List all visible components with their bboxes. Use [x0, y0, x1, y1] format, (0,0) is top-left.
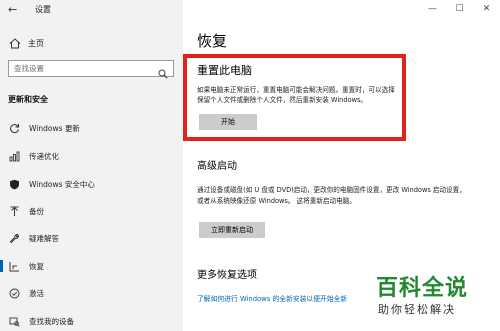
sidebar-item-label: Windows 更新: [29, 123, 80, 133]
advanced-startup-title: 高级启动: [197, 161, 237, 172]
sidebar-item-find-my-device[interactable]: 查找我的设备: [0, 312, 183, 330]
back-arrow-icon[interactable]: ←: [8, 3, 17, 17]
maximize-icon[interactable]: ☐: [446, 0, 473, 18]
app-title: 设置: [35, 5, 51, 14]
sidebar-item-label: 查找我的设备: [29, 316, 74, 326]
reset-pc-description: 如果电脑未正常运行，重置电脑可能会解决问题。重置时，可以选择保留个人文件或删除个…: [197, 86, 395, 104]
sidebar-item-windows-security[interactable]: Windows 安全中心: [0, 175, 183, 193]
close-icon[interactable]: ✕: [473, 0, 500, 18]
delivery-optimization-icon: [8, 150, 20, 162]
watermark-main-text: 百科全说: [376, 276, 469, 301]
page-title: 恢复: [197, 32, 228, 50]
sidebar-item-label: 疑难解答: [29, 233, 59, 243]
restart-now-button[interactable]: 立即重新启动: [199, 222, 265, 238]
search-input[interactable]: [9, 61, 154, 76]
window-controls: — ☐ ✕: [419, 0, 500, 18]
search-icon[interactable]: [158, 64, 168, 79]
sidebar-item-backup[interactable]: 备份: [0, 202, 183, 220]
start-button[interactable]: 开始: [199, 114, 257, 130]
sidebar: ← 设置 主页 更新和安全 Windows 更新 传递优化 Windows 安全…: [0, 0, 183, 331]
sidebar-item-label: Windows 安全中心: [29, 179, 95, 189]
sidebar-item-label: 激活: [29, 288, 44, 298]
nav-home[interactable]: 主页: [8, 35, 178, 51]
wrench-icon: [8, 232, 20, 244]
sidebar-item-windows-update[interactable]: Windows 更新: [0, 119, 183, 137]
home-icon: [8, 37, 22, 49]
sidebar-item-recovery[interactable]: 恢复: [0, 257, 183, 275]
find-device-icon: [8, 315, 20, 327]
activation-check-icon: [8, 287, 20, 299]
more-recovery-options-title: 更多恢复选项: [197, 270, 257, 281]
section-title: 更新和安全: [8, 95, 48, 104]
clean-install-link[interactable]: 了解如何进行 Windows 的全新安装以便开始全新: [197, 293, 347, 303]
advanced-startup-description: 通过设备或磁盘(如 U 盘或 DVD)启动，更改你的电脑固件设置，更改 Wind…: [197, 186, 466, 205]
recovery-icon: [8, 260, 20, 272]
reset-pc-title: 重置此电脑: [197, 64, 252, 77]
shield-icon: [8, 178, 20, 190]
watermark-logo: 百科全说 助你轻松解决: [370, 270, 485, 322]
nav-home-label: 主页: [28, 38, 44, 48]
sidebar-item-activation[interactable]: 激活: [0, 284, 183, 302]
watermark-sub-text: 助你轻松解决: [378, 303, 456, 316]
sidebar-item-troubleshoot[interactable]: 疑难解答: [0, 229, 183, 247]
sidebar-item-label: 恢复: [29, 261, 44, 271]
sidebar-item-label: 备份: [29, 206, 44, 216]
backup-arrow-icon: [8, 205, 20, 217]
refresh-icon: [8, 122, 20, 134]
search-box: [8, 60, 174, 79]
sidebar-item-label: 传递优化: [29, 151, 59, 161]
minimize-icon[interactable]: —: [419, 0, 446, 18]
sidebar-item-delivery-optimization[interactable]: 传递优化: [0, 147, 183, 165]
